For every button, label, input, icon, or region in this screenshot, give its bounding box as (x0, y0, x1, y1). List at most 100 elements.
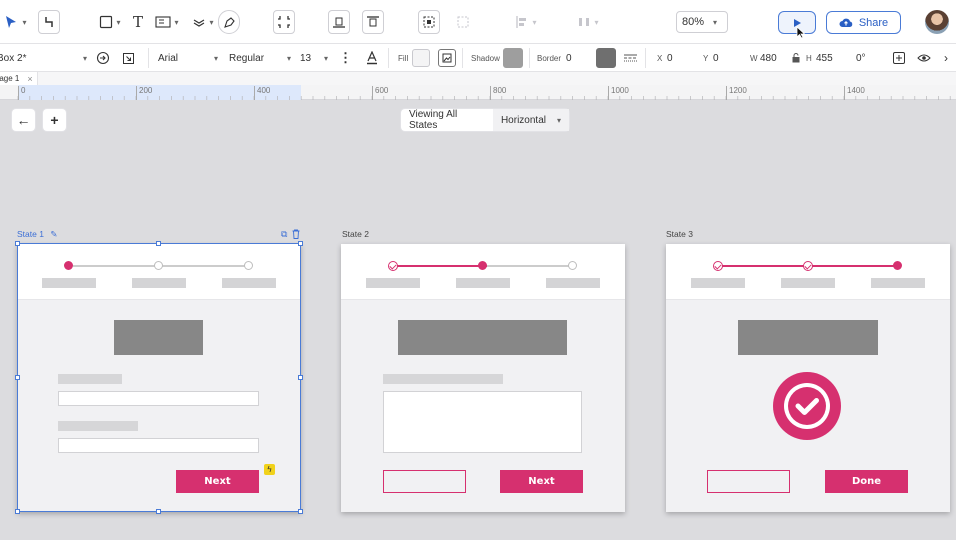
resize-handle[interactable] (298, 241, 303, 246)
resize-handle[interactable] (156, 509, 161, 514)
back-step-button[interactable] (707, 470, 790, 493)
resize-handle[interactable] (298, 509, 303, 514)
resize-handle[interactable] (156, 241, 161, 246)
next-button[interactable]: Next (176, 470, 259, 493)
border-swatch[interactable] (596, 44, 616, 72)
add-state-button[interactable]: + (43, 109, 66, 131)
label-placeholder (383, 374, 503, 384)
text-field[interactable] (58, 391, 259, 406)
close-icon[interactable]: × (27, 74, 32, 84)
x-input[interactable]: 0 (667, 44, 697, 72)
align-bottom-button[interactable] (328, 10, 350, 34)
zoom-select[interactable]: 80% ▾ (676, 11, 728, 33)
trash-icon[interactable] (292, 229, 300, 239)
text-color-button[interactable] (366, 44, 378, 72)
states-view-control: Viewing All States Horizontal ▾ (401, 109, 569, 131)
border-style-button[interactable] (624, 44, 637, 72)
state-3-label[interactable]: State 3 (666, 229, 693, 239)
back-button[interactable]: ← (12, 109, 35, 131)
pointer-icon (6, 16, 17, 28)
fill-image-button[interactable] (438, 44, 456, 72)
link-button[interactable] (122, 44, 135, 72)
state-1-actions: ⧉ (281, 229, 300, 240)
resize-handle[interactable] (15, 241, 20, 246)
step-label-placeholder (781, 278, 835, 288)
user-avatar[interactable] (925, 10, 949, 34)
element-name: Box 2* (0, 52, 27, 64)
group-icon (423, 16, 435, 28)
done-button[interactable]: Done (825, 470, 908, 493)
edit-pencil-icon[interactable]: ✎ (50, 229, 57, 239)
element-name-select[interactable]: Box 2* ▾ (0, 44, 87, 72)
text-area[interactable] (383, 391, 582, 453)
interaction-button[interactable] (96, 44, 110, 72)
step-label-placeholder (691, 278, 745, 288)
layers-tool[interactable]: ▾ (188, 10, 218, 34)
frame-tool[interactable] (273, 10, 295, 34)
pen-tool[interactable] (218, 10, 240, 34)
width-input[interactable]: 480 (760, 44, 786, 72)
align-top-button[interactable] (362, 10, 384, 34)
text-color-icon (367, 51, 377, 65)
border-color (596, 48, 616, 68)
border-style-icon (624, 54, 637, 62)
state-3-frame[interactable]: Done (666, 244, 950, 512)
font-family-value: Arial (158, 52, 179, 64)
properties-bar: Box 2* ▾ Arial ▾ Regular ▾ 13 ▾ ⋮ Fill Shado… (0, 44, 956, 72)
fill-swatch[interactable] (412, 44, 430, 72)
ungroup-button[interactable] (452, 10, 474, 34)
x-label: X (657, 53, 663, 63)
page-tab[interactable]: Page 1 × (0, 72, 38, 85)
step-3-current-dot (893, 261, 902, 270)
distribute-menu[interactable]: ▾ (572, 10, 604, 34)
viewing-states-label[interactable]: Viewing All States (401, 109, 493, 131)
widget-tool[interactable]: ▾ (152, 10, 182, 34)
pointer-tool[interactable]: ▾ (0, 10, 30, 34)
state-1-label-row[interactable]: State 1 ✎ (17, 229, 57, 240)
interaction-icon (96, 51, 110, 65)
text-tool[interactable]: T (130, 10, 146, 34)
back-step-button[interactable] (383, 470, 466, 493)
image-placeholder (398, 320, 567, 355)
state-1-frame[interactable]: Next ϟ (17, 244, 301, 512)
collapse-panel-button[interactable]: › (944, 44, 948, 72)
lightning-icon[interactable]: ϟ (264, 464, 275, 475)
distribute-icon (579, 18, 590, 26)
w-label: W (750, 53, 758, 63)
layout-select[interactable]: Horizontal ▾ (492, 109, 569, 131)
duplicate-icon[interactable]: ⧉ (281, 229, 287, 240)
rotation-input[interactable]: 0° (856, 44, 884, 72)
text-field[interactable] (58, 438, 259, 453)
divider (645, 48, 646, 68)
image-placeholder (738, 320, 878, 355)
add-property-button[interactable] (893, 44, 905, 72)
share-button[interactable]: Share (826, 11, 901, 34)
state-2-label[interactable]: State 2 (342, 229, 369, 239)
next-button[interactable]: Next (500, 470, 583, 493)
group-button[interactable] (418, 10, 440, 34)
font-family-select[interactable]: Arial ▾ (158, 44, 218, 72)
more-text-options[interactable]: ⋮ (339, 44, 352, 72)
y-input[interactable]: 0 (713, 44, 743, 72)
visibility-button[interactable] (917, 44, 931, 72)
chevron-down-icon: ▾ (286, 53, 291, 63)
stepper-header (666, 244, 950, 300)
font-size-select[interactable]: 13 ▾ (300, 44, 328, 72)
resize-handle[interactable] (15, 509, 20, 514)
resize-handle[interactable] (15, 375, 20, 380)
border-width-input[interactable]: 0 (566, 44, 588, 72)
resize-handle[interactable] (298, 375, 303, 380)
font-style-select[interactable]: Regular ▾ (229, 44, 291, 72)
divider (148, 48, 149, 68)
align-left-menu[interactable]: ▾ (510, 10, 542, 34)
state-2-frame[interactable]: Next (341, 244, 625, 512)
rectangle-tool[interactable]: ▾ (95, 10, 125, 34)
height-input[interactable]: 455 (816, 44, 846, 72)
align-bottom-icon (333, 17, 345, 28)
ruler-label: 800 (490, 86, 506, 100)
share-label: Share (858, 16, 889, 29)
layout-value: Horizontal (500, 114, 546, 126)
lock-ratio-button[interactable] (792, 44, 800, 72)
shadow-swatch[interactable] (503, 44, 523, 72)
connector-tool[interactable] (38, 10, 60, 34)
